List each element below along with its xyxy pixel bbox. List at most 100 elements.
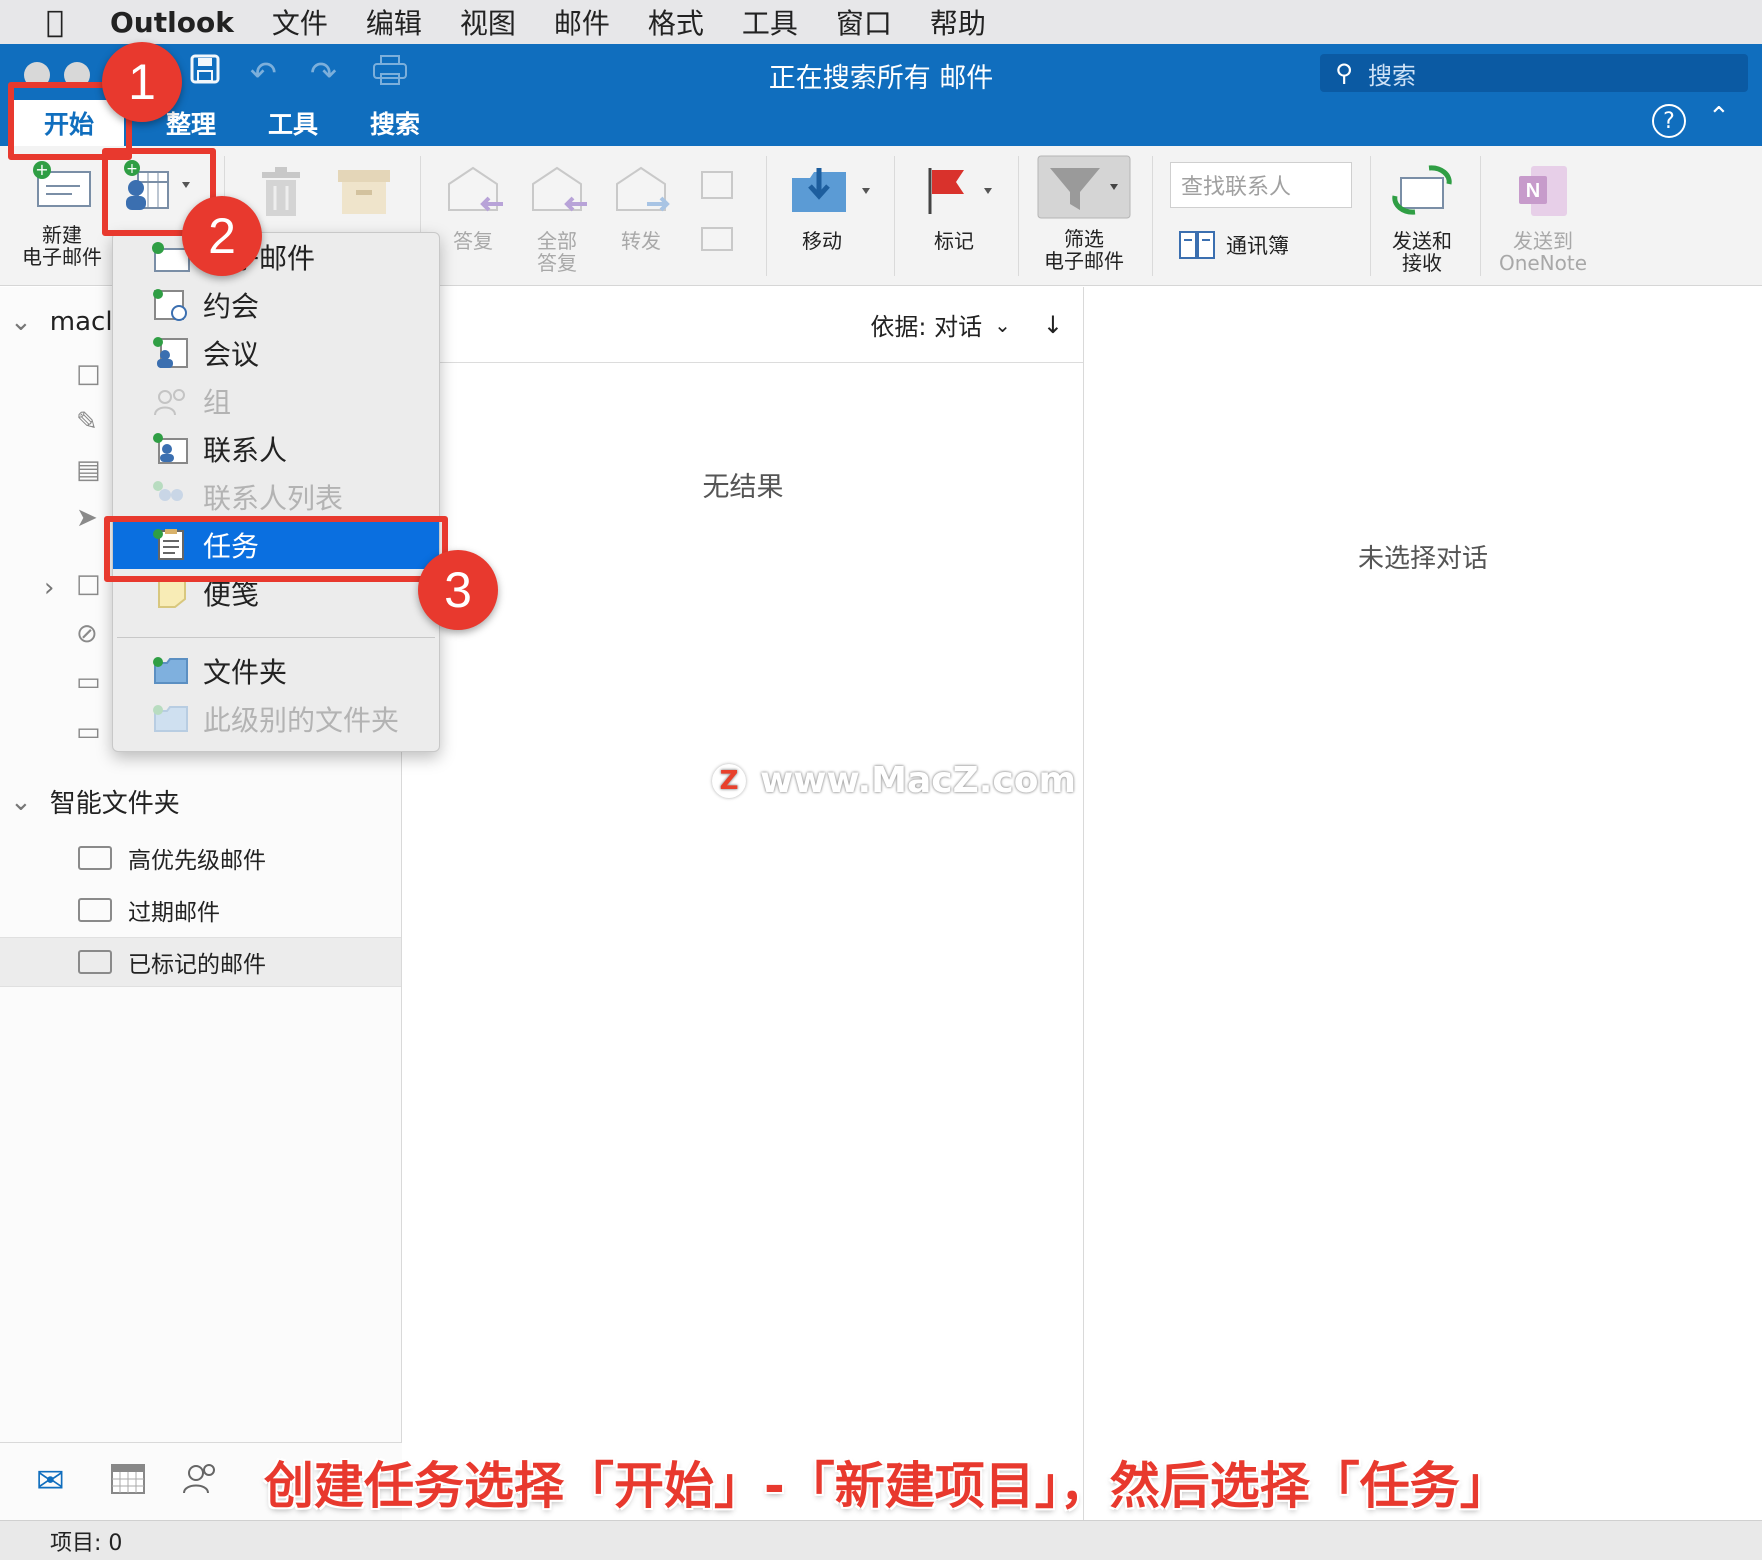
menu-help[interactable]: 帮助 — [930, 2, 986, 42]
flag-button[interactable]: 标记 — [920, 164, 1000, 252]
smart-folders-header[interactable]: ⌄ 智能文件夹 — [10, 783, 180, 820]
menu-mail[interactable]: 邮件 — [554, 2, 610, 42]
reply-button[interactable]: 答复 — [440, 164, 506, 252]
item-count: 项目: 0 — [50, 1530, 123, 1556]
menu-item-email[interactable]: 电子邮件 — [113, 233, 439, 281]
menu-item-contact-list[interactable]: 联系人列表 — [113, 473, 439, 521]
annotation-badge-2: 2 — [182, 196, 262, 276]
forward-label: 转发 — [621, 229, 661, 253]
collapse-ribbon-icon[interactable]: ⌃ — [1708, 102, 1730, 132]
filter-icon — [1037, 155, 1131, 219]
search-box[interactable]: ⚲ 搜索 — [1320, 54, 1748, 92]
folder-icon — [78, 898, 112, 922]
flag-icon — [928, 168, 992, 214]
menu-file[interactable]: 文件 — [272, 2, 328, 42]
menu-item-meeting[interactable]: 会议 — [113, 329, 439, 377]
find-contact-input[interactable]: 查找联系人 — [1170, 162, 1352, 208]
move-label: 移动 — [802, 229, 842, 253]
flag-label: 标记 — [934, 229, 974, 253]
menu-format[interactable]: 格式 — [648, 2, 704, 42]
save-icon[interactable] — [190, 54, 220, 94]
send-to-onenote-button[interactable]: N 发送到 OneNote — [1490, 164, 1596, 274]
title-bar: ↶ ↷ 正在搜索所有 邮件 ⚲ 搜索 开始 整理 工具 搜索 ? ⌃ — [0, 44, 1762, 146]
menu-item-label: 文件夹 — [203, 656, 288, 689]
svg-text:+: + — [35, 160, 48, 179]
smart-folder-label: 已标记的邮件 — [128, 952, 266, 978]
menu-item-label: 组 — [203, 386, 232, 419]
print-icon[interactable] — [372, 54, 408, 94]
send-to-onenote-label: 发送到 OneNote — [1498, 229, 1588, 275]
address-book-button[interactable]: 通讯簿 — [1178, 230, 1289, 260]
outlook-window:  Outlook 文件 编辑 视图 邮件 格式 工具 窗口 帮助 ↶ ↷ 正在… — [0, 0, 1762, 1560]
menu-window[interactable]: 窗口 — [836, 2, 892, 42]
ribbon-separator — [894, 156, 895, 276]
folder-icon[interactable]: ▭ — [76, 667, 110, 697]
tab-organize[interactable]: 整理 — [166, 100, 216, 146]
folder-icon[interactable]: ▭ — [76, 717, 110, 747]
menu-tools[interactable]: 工具 — [742, 2, 798, 42]
search-placeholder: 搜索 — [1368, 61, 1416, 90]
menu-edit[interactable]: 编辑 — [366, 2, 422, 42]
menu-item-group[interactable]: 组 — [113, 377, 439, 425]
menu-item-label: 联系人 — [203, 434, 288, 467]
search-icon: ⚲ — [1335, 59, 1353, 87]
people-icon[interactable] — [182, 1461, 220, 1504]
new-folder-icon — [151, 655, 191, 687]
smart-folder-high-priority[interactable]: 高优先级邮件 — [0, 833, 401, 883]
apple-icon[interactable]:  — [0, 5, 110, 40]
menu-item-contact[interactable]: 联系人 — [113, 425, 439, 473]
reply-label: 答复 — [453, 229, 493, 253]
menu-item-folder-at-this-level[interactable]: 此级别的文件夹 — [113, 695, 439, 743]
account-name: maclı — [49, 307, 120, 337]
chevron-right-icon[interactable]: › — [44, 573, 54, 603]
menu-item-appointment[interactable]: 约会 — [113, 281, 439, 329]
chevron-down-icon[interactable]: ⌄ — [994, 313, 1011, 337]
move-button[interactable]: 移动 — [788, 164, 874, 252]
help-icon[interactable]: ? — [1652, 104, 1686, 138]
folder-icon — [151, 703, 191, 735]
junk-icon[interactable]: ⊘ — [76, 619, 110, 649]
menu-item-folder[interactable]: 文件夹 — [113, 647, 439, 695]
drafts-icon[interactable]: ✎ — [76, 407, 110, 437]
ribbon-separator — [1370, 156, 1371, 276]
redo-icon[interactable]: ↷ — [310, 54, 337, 94]
delete-icon[interactable] — [256, 166, 306, 222]
sort-direction-icon[interactable]: ↓ — [1043, 311, 1063, 339]
smart-folders-title: 智能文件夹 — [49, 789, 180, 819]
meeting-icon — [151, 337, 191, 369]
forward-icon — [616, 166, 670, 212]
new-email-button[interactable]: + 新建 电子邮件 — [14, 160, 110, 268]
tutorial-caption: 创建任务选择「开始」-「新建项目」，然后选择「任务」 — [264, 1457, 1510, 1515]
sort-by-dropdown[interactable]: 依据: 对话 — [870, 307, 982, 342]
tab-search[interactable]: 搜索 — [370, 100, 420, 146]
smart-folder-flagged[interactable]: 已标记的邮件 — [0, 937, 401, 987]
meeting-reply-icon[interactable] — [696, 168, 740, 262]
new-email-label: 新建 电子邮件 — [22, 223, 102, 269]
forward-button[interactable]: 转发 — [608, 164, 674, 252]
filter-email-button[interactable]: 筛选 电子邮件 — [1036, 154, 1132, 272]
account-header[interactable]: ⌄ maclı — [10, 307, 120, 337]
inbox-icon[interactable]: □ — [76, 359, 110, 389]
pane-divider[interactable] — [1083, 287, 1084, 1522]
watermark-text: www.MacZ.com — [760, 760, 1076, 801]
new-email-icon: + — [32, 160, 92, 208]
mail-icon[interactable]: ✉ — [36, 1461, 65, 1501]
send-receive-label: 发送和 接收 — [1392, 229, 1452, 275]
menu-view[interactable]: 视图 — [460, 2, 516, 42]
tab-tools[interactable]: 工具 — [268, 100, 318, 146]
archive-icon[interactable] — [336, 168, 392, 220]
reply-all-button[interactable]: 全部 答复 — [524, 164, 590, 274]
archive-folder-icon[interactable]: ▤ — [76, 455, 110, 485]
send-receive-button[interactable]: 发送和 接收 — [1382, 164, 1462, 274]
annotation-box-task — [104, 516, 448, 582]
new-items-menu: 电子邮件 约会 会议 组 联系人 联系人列表 任务 便笺 文件夹 此级别的文件夹 — [112, 232, 440, 752]
calendar-icon[interactable] — [110, 1461, 146, 1504]
chevron-down-icon: ⌄ — [10, 307, 32, 337]
menu-app-name[interactable]: Outlook — [110, 6, 234, 39]
smart-folder-overdue[interactable]: 过期邮件 — [0, 885, 401, 935]
send-receive-icon — [1392, 165, 1452, 215]
undo-icon[interactable]: ↶ — [250, 54, 277, 94]
mac-menu-bar:  Outlook 文件 编辑 视图 邮件 格式 工具 窗口 帮助 — [0, 0, 1762, 44]
onenote-icon: N — [1519, 166, 1567, 216]
filter-email-label: 筛选 电子邮件 — [1044, 227, 1124, 273]
